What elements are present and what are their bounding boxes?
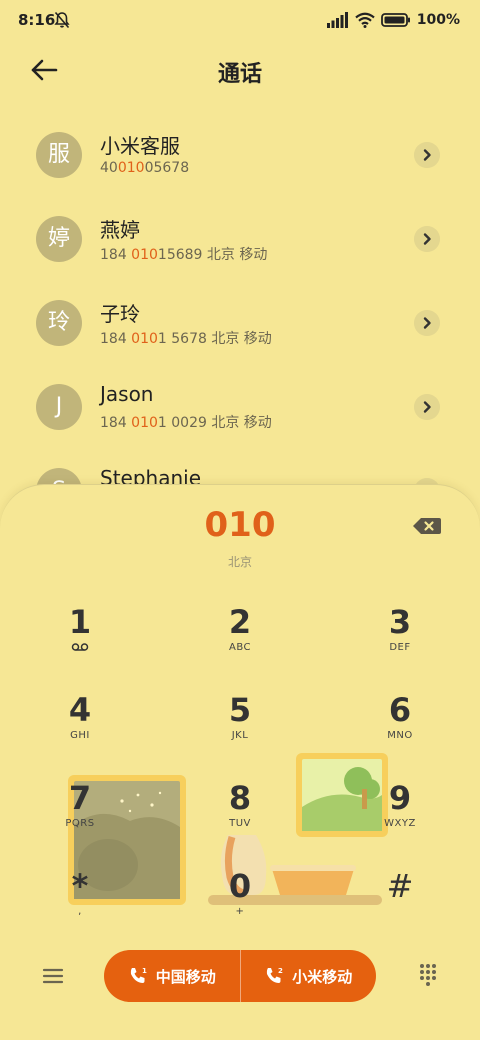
battery-icon <box>380 13 410 27</box>
dial-key-8[interactable]: 8 TUV <box>180 779 300 859</box>
menu-icon[interactable] <box>40 965 66 987</box>
contact-row-2[interactable]: 婷 燕婷 184 01015689 北京 移动 <box>0 196 480 280</box>
voicemail-icon <box>71 643 89 651</box>
dial-key-9[interactable]: 9 WXYZ <box>340 779 460 859</box>
dial-key-4[interactable]: 4 GHI <box>20 691 140 771</box>
bell-muted-icon <box>54 11 70 29</box>
phone-sim1-icon: 1 <box>130 967 147 983</box>
contact-name: 燕婷 <box>100 218 140 242</box>
contact-row-1[interactable]: 服 小米客服 4001005678 <box>0 112 480 196</box>
status-bar: 8:16 100% <box>0 0 480 40</box>
wifi-icon <box>355 12 375 28</box>
dial-key-star[interactable]: *, <box>20 867 140 947</box>
dial-key-1[interactable]: 1 <box>20 603 140 683</box>
contact-row-3[interactable]: 玲 子玲 184 0101 5678 北京 移动 <box>0 280 480 364</box>
contact-row-4[interactable]: J Jason 184 0101 0029 北京 移动 <box>0 364 480 448</box>
battery-percent: 100% <box>416 12 460 28</box>
contact-list: 服 小米客服 4001005678 婷 燕婷 184 01015689 北京 移… <box>0 112 480 532</box>
svg-text:1: 1 <box>142 967 147 975</box>
dial-key-0[interactable]: 0 + <box>180 867 300 947</box>
sim1-label: 中国移动 <box>155 967 216 986</box>
backspace-icon[interactable] <box>412 515 442 537</box>
phone-sim2-icon: 2 <box>267 967 283 983</box>
chevron-right-icon[interactable] <box>414 226 440 252</box>
dial-key-7[interactable]: 7 PQRS <box>20 779 140 859</box>
dialpad-icon[interactable] <box>418 963 438 987</box>
chevron-right-icon[interactable] <box>414 310 440 336</box>
dialpad-sheet: 010 北京 1 2 ABC 3 DEF 4 GHI 5 JKL 6 MNO 7… <box>0 484 480 1040</box>
avatar: 婷 <box>36 216 82 262</box>
avatar: 玲 <box>36 300 82 346</box>
dialed-number: 010 <box>204 505 276 545</box>
page-title: 通话 <box>217 62 262 87</box>
call-sim2-button[interactable]: 2 小米移动 <box>239 950 377 1002</box>
call-button-group: 1 中国移动 2 小米移动 <box>104 950 376 1002</box>
contact-name: Jason <box>100 382 154 406</box>
chevron-right-icon[interactable] <box>414 142 440 168</box>
signal-icon <box>326 12 348 28</box>
sim2-label: 小米移动 <box>292 967 353 986</box>
number-region: 北京 <box>227 555 252 569</box>
contact-name: 子玲 <box>100 302 140 326</box>
contact-number: 4001005678 <box>100 160 190 176</box>
svg-text:2: 2 <box>278 967 283 975</box>
dial-key-hash[interactable]: # <box>340 867 460 947</box>
contact-number: 184 0101 5678 北京 移动 <box>100 331 272 347</box>
contact-number: 184 0101 0029 北京 移动 <box>100 415 272 431</box>
call-sim1-button[interactable]: 1 中国移动 <box>104 950 240 1002</box>
contact-name: 小米客服 <box>100 134 180 158</box>
dial-key-3[interactable]: 3 DEF <box>340 603 460 683</box>
avatar: 服 <box>36 132 82 178</box>
dial-key-2[interactable]: 2 ABC <box>180 603 300 683</box>
dial-key-5[interactable]: 5 JKL <box>180 691 300 771</box>
header: 通话 <box>0 48 480 92</box>
status-time: 8:16 <box>18 11 56 29</box>
avatar: J <box>36 384 82 430</box>
contact-number: 184 01015689 北京 移动 <box>100 247 268 263</box>
chevron-right-icon[interactable] <box>414 394 440 420</box>
dial-key-6[interactable]: 6 MNO <box>340 691 460 771</box>
